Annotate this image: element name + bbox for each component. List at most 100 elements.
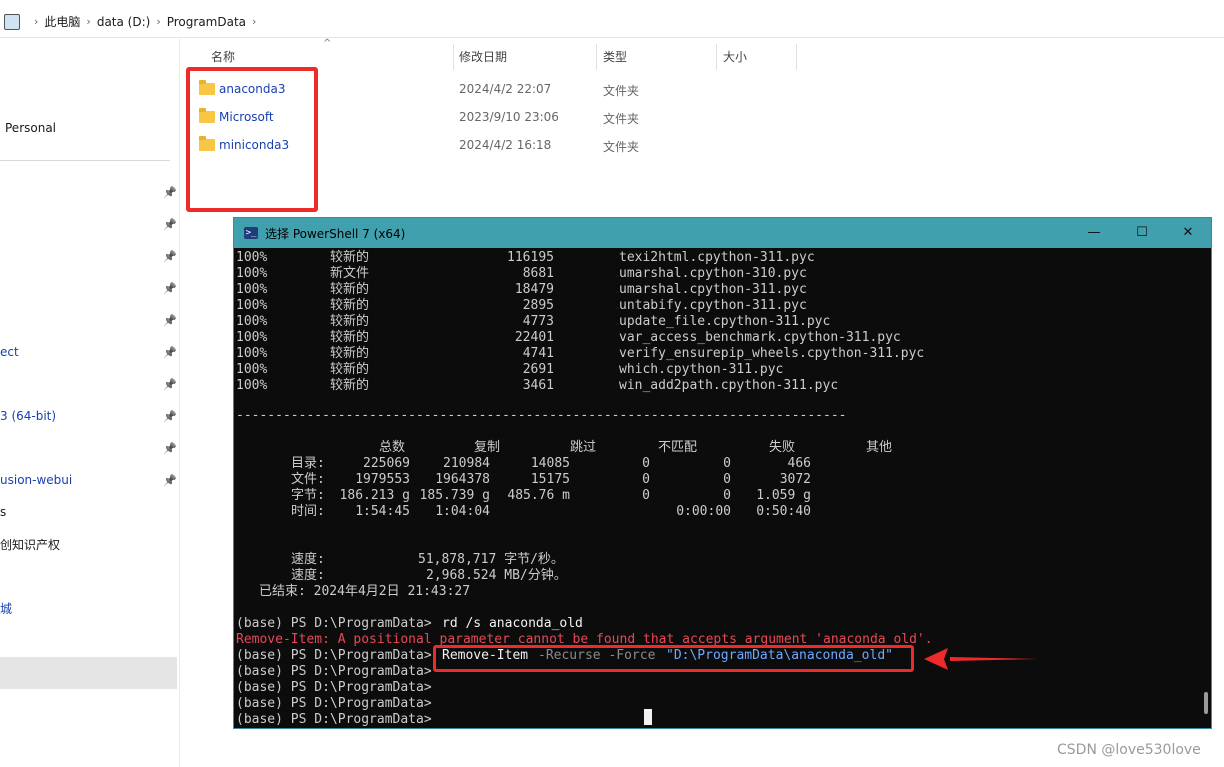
nav-item[interactable]: s (0, 501, 178, 523)
pin-icon[interactable]: 📌 (163, 410, 177, 423)
nav-selected-item[interactable] (0, 657, 177, 689)
speed-label: 速度: (291, 568, 325, 583)
summary-value: 15175 (530, 472, 570, 487)
pin-icon[interactable]: 📌 (163, 282, 177, 295)
file-type: 文件夹 (603, 140, 640, 154)
nav-item[interactable]: 📌 (0, 437, 178, 459)
summary-value: 0 (723, 472, 731, 487)
breadcrumb-this-pc[interactable]: 此电脑 (44, 13, 80, 30)
nav-item[interactable]: 📌 (0, 373, 178, 395)
nav-item[interactable]: 📌 (0, 277, 178, 299)
nav-item[interactable]: 📌 (0, 181, 178, 203)
summary-value: 1964378 (435, 472, 490, 487)
breadcrumb: › 此电脑 › data (D:) › ProgramData › (0, 6, 1224, 38)
prompt: (base) PS D:\ProgramData> (236, 664, 432, 679)
summary-value: 0:00:00 (676, 504, 731, 519)
maximize-button[interactable]: ☐ (1122, 222, 1162, 244)
copy-size: 2895 (522, 298, 554, 313)
breadcrumb-programdata[interactable]: ProgramData (167, 15, 246, 29)
column-header-date[interactable]: 修改日期 (459, 48, 507, 65)
computer-icon (4, 13, 20, 30)
minimize-button[interactable]: — (1074, 222, 1114, 244)
copy-filename: untabify.cpython-311.pyc (619, 298, 807, 313)
pin-icon[interactable]: 📌 (163, 378, 177, 391)
column-divider[interactable] (716, 44, 717, 70)
summary-value: 225069 (363, 456, 410, 471)
nav-item-label: 创知识产权 (0, 537, 61, 552)
sort-ascending-icon: ^ (323, 38, 332, 49)
breadcrumb-drive[interactable]: data (D:) (97, 15, 151, 29)
copy-status: 较新的 (330, 330, 370, 345)
nav-item[interactable]: 3 (64-bit) 📌 (0, 405, 178, 427)
file-date: 2024/4/2 16:18 (459, 138, 552, 152)
summary-value: 210984 (443, 456, 490, 471)
summary-value: 0:50:40 (756, 504, 811, 519)
summary-value: 3072 (779, 472, 811, 487)
summary-label: 文件: (291, 472, 325, 487)
summary-header: 其他 (866, 440, 893, 455)
nav-item[interactable]: Personal (0, 117, 178, 139)
copy-percent: 100% (236, 250, 268, 265)
nav-item[interactable]: 创知识产权 (0, 533, 178, 555)
copy-status: 较新的 (330, 250, 370, 265)
copy-percent: 100% (236, 314, 268, 329)
pin-icon[interactable]: 📌 (163, 250, 177, 263)
column-divider[interactable] (596, 44, 597, 70)
copy-size: 18479 (514, 282, 554, 297)
nav-item[interactable]: 📌 (0, 213, 178, 235)
summary-header: 跳过 (570, 440, 597, 455)
summary-value: 0 (642, 456, 650, 471)
nav-item[interactable]: usion-webui 📌 (0, 469, 178, 491)
nav-item-label: ect (0, 345, 19, 359)
copy-filename: update_file.cpython-311.pyc (619, 314, 831, 329)
separator-line: ----------------------------------------… (236, 408, 847, 423)
copy-percent: 100% (236, 346, 268, 361)
summary-value: 1:04:04 (435, 504, 490, 519)
nav-item[interactable]: 📌 (0, 309, 178, 331)
column-header-size[interactable]: 大小 (723, 48, 747, 65)
pin-icon[interactable]: 📌 (163, 474, 177, 487)
chevron-right-icon: › (156, 15, 161, 28)
copy-percent: 100% (236, 266, 268, 281)
pin-icon[interactable]: 📌 (163, 186, 177, 199)
prompt: (base) PS D:\ProgramData> (236, 648, 432, 663)
nav-item[interactable]: ect 📌 (0, 341, 178, 363)
speed-label: 速度: (291, 552, 325, 567)
copy-size: 22401 (514, 330, 554, 345)
summary-value: 0 (723, 456, 731, 471)
prompt: (base) PS D:\ProgramData> (236, 680, 432, 695)
chevron-right-icon: › (252, 15, 257, 28)
speed-value: 51,878,717 字节/秒。 (418, 552, 564, 567)
column-divider[interactable] (453, 44, 454, 70)
copy-status: 新文件 (330, 266, 370, 281)
pin-icon[interactable]: 📌 (163, 346, 177, 359)
annotation-highlight-box (186, 67, 318, 212)
nav-item[interactable]: 📌 (0, 245, 178, 267)
column-header-type[interactable]: 类型 (603, 48, 627, 65)
pin-icon[interactable]: 📌 (163, 442, 177, 455)
copy-filename: which.cpython-311.pyc (619, 362, 784, 377)
scrollbar[interactable] (1201, 248, 1211, 728)
scrollbar-thumb[interactable] (1204, 692, 1208, 714)
copy-percent: 100% (236, 378, 268, 393)
chevron-right-icon: › (34, 15, 39, 28)
annotation-command-box (433, 645, 914, 672)
prompt: (base) PS D:\ProgramData> (236, 616, 432, 631)
column-divider[interactable] (796, 44, 797, 70)
summary-header: 不匹配 (658, 440, 698, 455)
file-date: 2024/4/2 22:07 (459, 82, 552, 96)
column-header-name[interactable]: 名称 (211, 48, 235, 65)
pin-icon[interactable]: 📌 (163, 314, 177, 327)
nav-divider (0, 160, 170, 161)
nav-item-label: 城 (0, 601, 13, 616)
powershell-titlebar[interactable]: >_ 选择 PowerShell 7 (x64) — ☐ ✕ (234, 218, 1211, 248)
nav-item-label: usion-webui (0, 473, 73, 487)
summary-value: 0 (642, 488, 650, 503)
copy-percent: 100% (236, 298, 268, 313)
nav-item[interactable]: 城 (0, 597, 178, 619)
pin-icon[interactable]: 📌 (163, 218, 177, 231)
close-button[interactable]: ✕ (1168, 222, 1208, 244)
summary-header: 失败 (769, 440, 796, 455)
window-title: 选择 PowerShell 7 (x64) (265, 227, 406, 241)
prompt: (base) PS D:\ProgramData> (236, 696, 432, 711)
